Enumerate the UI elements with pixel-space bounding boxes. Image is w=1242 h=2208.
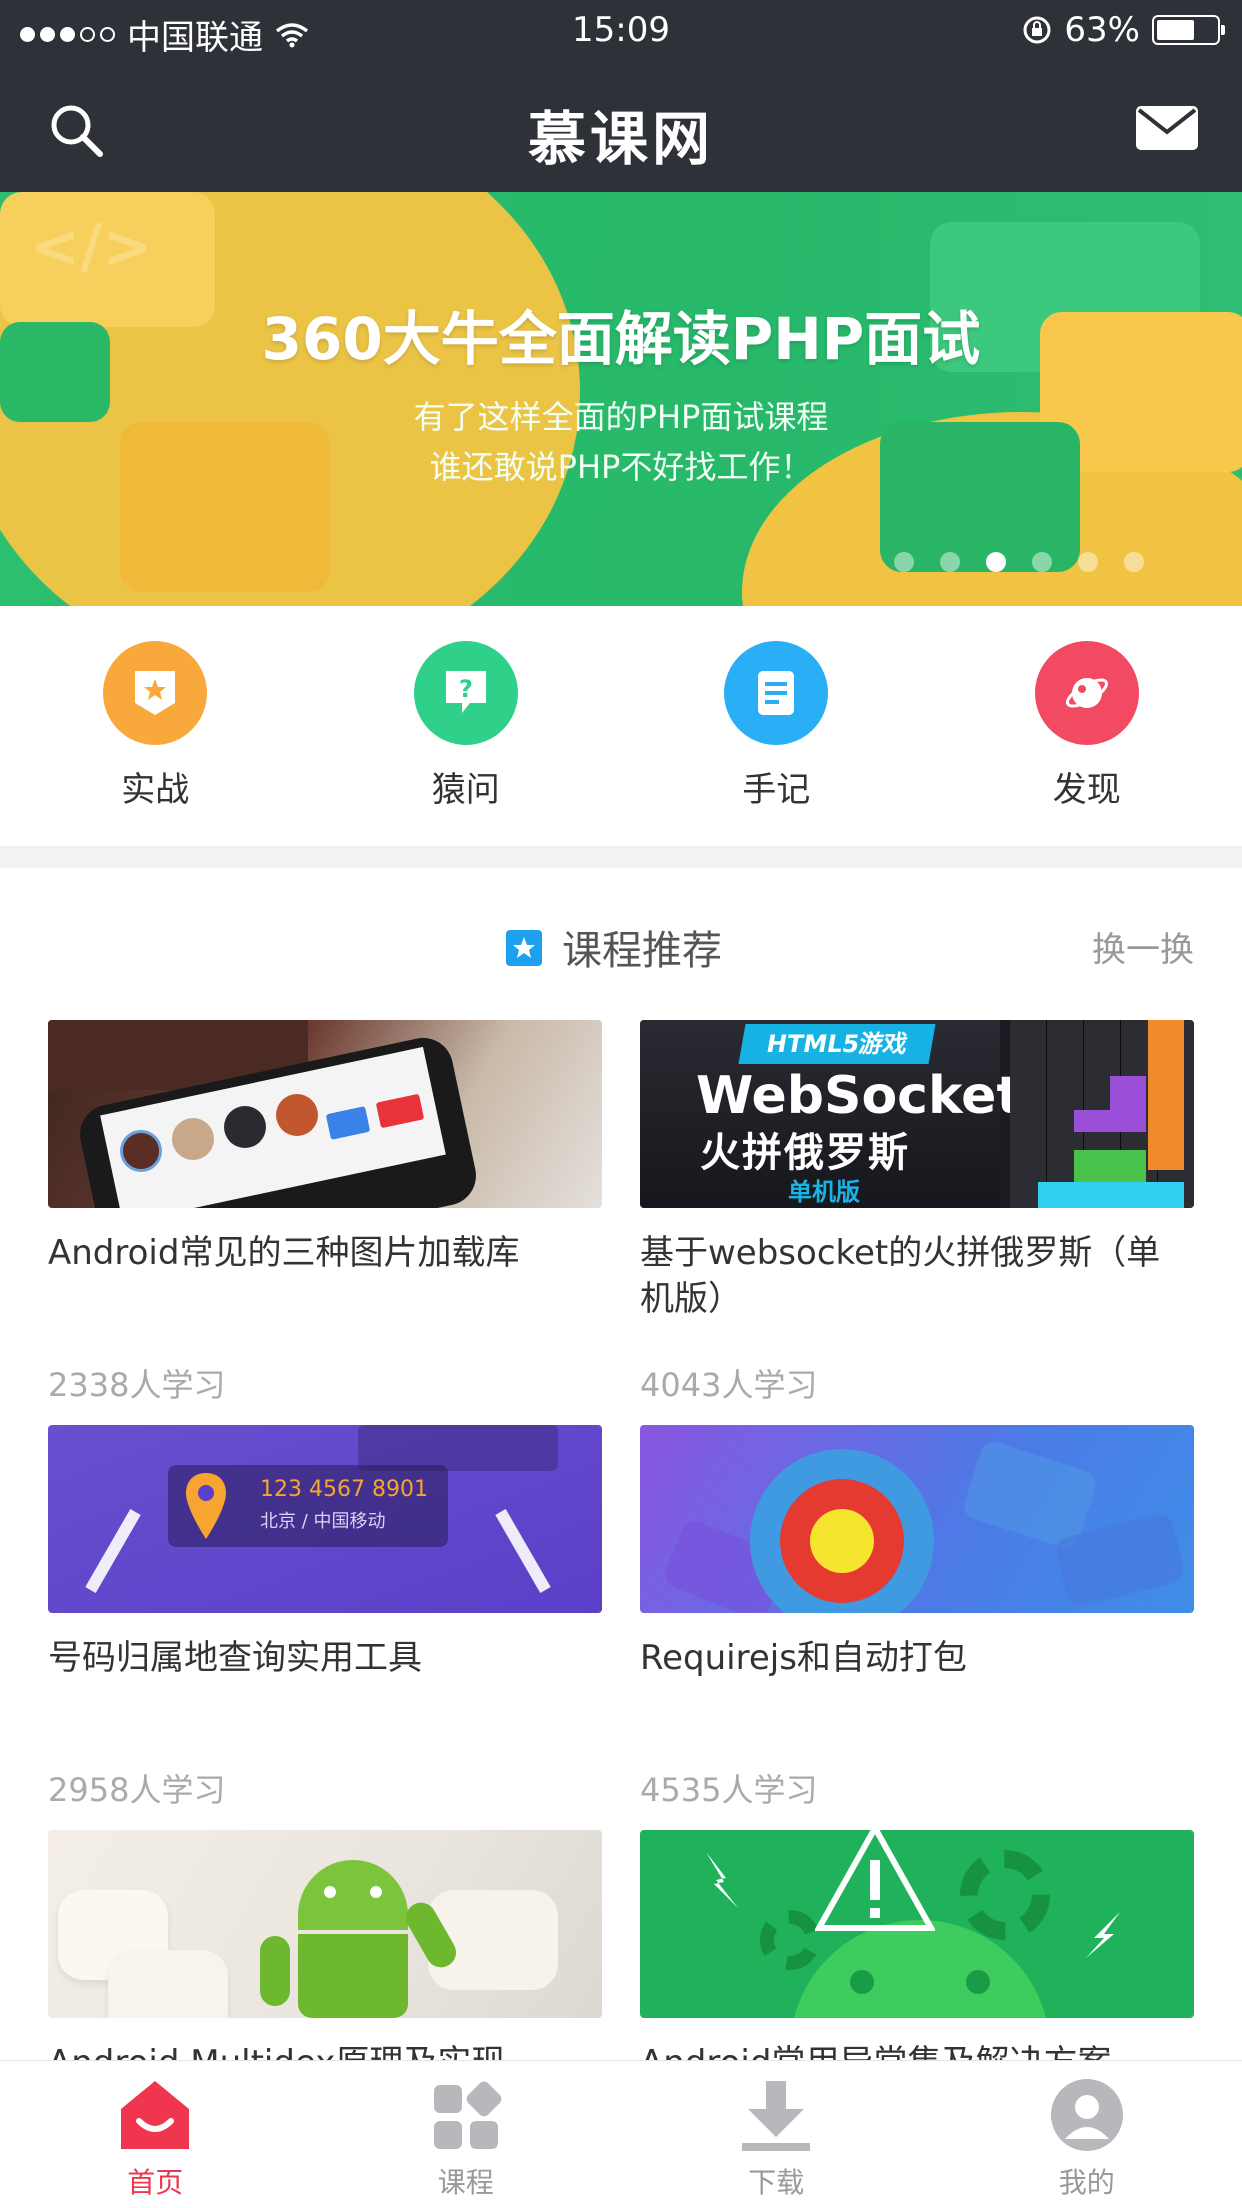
- android-robot-icon: [298, 1860, 408, 1930]
- quick-entry-label: 手记: [742, 770, 811, 810]
- star-icon: [506, 930, 542, 966]
- rotation-lock-icon: [1023, 16, 1051, 44]
- tab-label: 课程: [437, 2166, 494, 2199]
- quick-entry-shouji[interactable]: 手记: [621, 606, 932, 846]
- quick-entry-yuanwen[interactable]: ? 猿问: [311, 606, 622, 846]
- tab-label: 我的: [1058, 2166, 1115, 2199]
- course-learners: 4535人学习: [640, 1771, 818, 1809]
- course-thumbnail: [640, 1425, 1194, 1613]
- course-thumbnail: HTML5游戏 WebSocket 火拼俄罗斯 单机版: [640, 1020, 1194, 1208]
- tab-label: 下载: [748, 2166, 805, 2199]
- warning-icon: [815, 1830, 935, 1931]
- banner-subtitle-2: 谁还敢说PHP不好找工作！: [429, 448, 813, 486]
- thumb-subtitle: 火拼俄罗斯: [700, 1130, 910, 1176]
- code-tag-icon: </>: [30, 212, 153, 282]
- svg-text:?: ?: [459, 675, 473, 703]
- bottom-tab-bar: 首页 课程 下载 我的: [0, 2060, 1242, 2208]
- app-title: 慕课网: [527, 105, 714, 173]
- recommend-header: 课程推荐 换一换: [0, 868, 1242, 1018]
- battery-icon: [1152, 15, 1225, 45]
- location-pin-icon: [186, 1473, 226, 1539]
- course-card[interactable]: 123 4567 8901 北京 / 中国移动 号码归属地查询实用工具 2958…: [48, 1425, 602, 1811]
- quick-entry-faxian[interactable]: 发现: [932, 606, 1242, 846]
- top-bar: 中国联通 15:09 63% 慕课网: [0, 0, 1242, 192]
- user-icon: [1050, 2079, 1123, 2151]
- course-thumbnail: [48, 1020, 602, 1208]
- thumb-title: WebSocket: [696, 1066, 1022, 1126]
- thumb-tag: 单机版: [788, 1178, 860, 1206]
- tab-home[interactable]: 首页: [0, 2061, 311, 2208]
- battery-percent: 63%: [1064, 10, 1140, 50]
- tab-courses[interactable]: 课程: [311, 2061, 622, 2208]
- thumb-number: 123 4567 8901: [260, 1477, 428, 1502]
- banner-headline: 360大牛全面解读PHP面试: [261, 305, 981, 373]
- tab-label: 首页: [127, 2166, 184, 2199]
- course-card[interactable]: Requirejs和自动打包 4535人学习: [640, 1425, 1194, 1811]
- banner-pager[interactable]: [894, 552, 1144, 572]
- tab-mine[interactable]: 我的: [932, 2061, 1242, 2208]
- quick-entry-label: 实战: [121, 770, 190, 810]
- course-name: 号码归属地查询实用工具: [48, 1638, 422, 1678]
- quick-entry-label: 发现: [1052, 770, 1121, 810]
- course-thumbnail: 123 4567 8901 北京 / 中国移动: [48, 1425, 602, 1613]
- course-name: 基于websocket的火拼俄罗斯（单机版）: [640, 1233, 1161, 1319]
- tab-download[interactable]: 下载: [621, 2061, 932, 2208]
- note-icon: [724, 641, 829, 745]
- mail-icon[interactable]: [1136, 106, 1198, 150]
- section-divider: [0, 846, 1242, 868]
- planet-icon: [1034, 641, 1139, 745]
- course-name: Requirejs和自动打包: [640, 1638, 967, 1678]
- question-bubble-icon: ?: [413, 641, 518, 745]
- app-header: 慕课网: [0, 62, 1242, 192]
- lightning-icon: [1086, 1912, 1120, 1958]
- pager-dot[interactable]: [986, 552, 1006, 572]
- course-thumbnail: [48, 1830, 602, 2018]
- star-badge-icon: [103, 641, 208, 745]
- quick-entry-shizhan[interactable]: 实战: [0, 606, 311, 846]
- course-learners: 2338人学习: [48, 1366, 226, 1404]
- course-name: Android常见的三种图片加载库: [48, 1233, 520, 1273]
- pager-dot[interactable]: [894, 552, 914, 572]
- app-screen: 中国联通 15:09 63% 慕课网 </> 360大牛全面解读PHP面试 有了…: [0, 0, 1242, 2208]
- promo-banner[interactable]: </> 360大牛全面解读PHP面试 有了这样全面的PHP面试课程 谁还敢说PH…: [0, 192, 1242, 606]
- download-icon: [742, 2081, 811, 2151]
- quick-entry-label: 猿问: [431, 770, 500, 810]
- quick-entry-row: 实战 ? 猿问 手记 发现: [0, 606, 1242, 846]
- thumb-location: 北京 / 中国移动: [260, 1511, 386, 1532]
- course-card[interactable]: HTML5游戏 WebSocket 火拼俄罗斯 单机版 基于websocket的…: [640, 1020, 1194, 1406]
- course-learners: 2958人学习: [48, 1771, 226, 1809]
- course-card[interactable]: Android常见的三种图片加载库 2338人学习: [48, 1020, 602, 1406]
- course-thumbnail: [640, 1830, 1194, 2018]
- banner-subtitle-1: 有了这样全面的PHP面试课程: [413, 398, 829, 436]
- lightning-icon: [706, 1852, 738, 1908]
- thumb-badge: HTML5游戏: [738, 1024, 936, 1064]
- recommend-title: 课程推荐: [562, 928, 722, 974]
- pager-dot[interactable]: [940, 552, 960, 572]
- home-icon: [121, 2081, 190, 2149]
- course-learners: 4043人学习: [640, 1366, 818, 1404]
- pager-dot[interactable]: [1078, 552, 1098, 572]
- pager-dot[interactable]: [1124, 552, 1144, 572]
- grid-icon: [433, 2081, 502, 2149]
- status-bar: 中国联通 15:09 63%: [0, 0, 1242, 62]
- refresh-button[interactable]: 换一换: [1092, 922, 1194, 971]
- pager-dot[interactable]: [1032, 552, 1052, 572]
